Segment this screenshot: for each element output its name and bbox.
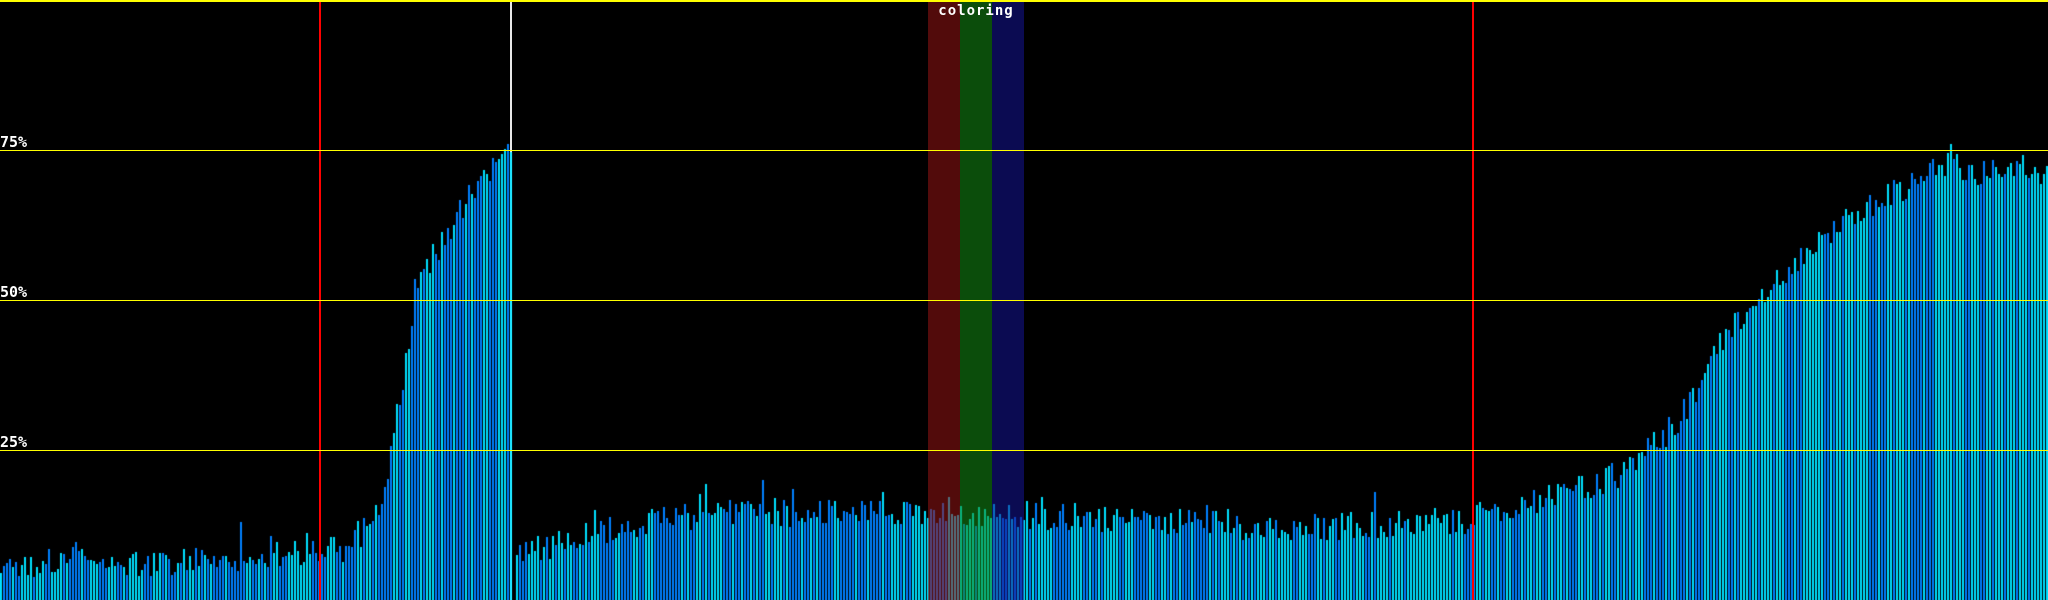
- event-marker-line-1: [319, 2, 321, 600]
- coloring-label: coloring: [938, 3, 1014, 19]
- tick-label-25: 25%: [0, 433, 28, 451]
- gridline-100: [0, 0, 2048, 2]
- gridline-75: [0, 150, 2048, 151]
- gridline-25: [0, 450, 2048, 451]
- tick-label-75: 75%: [0, 133, 28, 151]
- coloring-band-blue: [992, 2, 1024, 600]
- gridline-50: [0, 300, 2048, 301]
- coloring-band-red: [928, 2, 960, 600]
- event-marker-line-2: [1472, 2, 1474, 600]
- level-meter-panel: 75% 50% 25% coloring: [0, 0, 2048, 600]
- tick-label-50: 50%: [0, 283, 28, 301]
- coloring-band-green: [960, 2, 992, 600]
